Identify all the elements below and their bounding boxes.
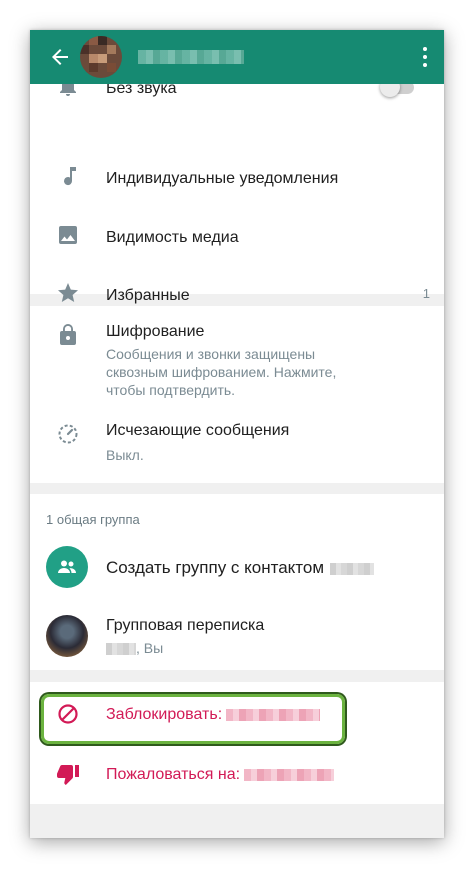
arrow-left-icon[interactable] (48, 45, 72, 69)
report-row[interactable]: Пожаловаться на: (30, 746, 444, 804)
create-group-row[interactable]: Создать группу с контактом (30, 539, 444, 595)
block-highlight-box (41, 694, 345, 744)
thumb-down-icon (57, 765, 79, 785)
phone-screen: Без звука Индивидуальные уведомления Вид… (30, 30, 444, 838)
member-name-blurred (106, 643, 136, 656)
group-members: , Вы (106, 639, 163, 657)
group-avatar (46, 615, 88, 657)
report-label: Пожаловаться на: (106, 766, 335, 784)
lock-icon (60, 324, 76, 345)
app-bar (30, 30, 444, 84)
custom-notifications-row[interactable]: Индивидуальные уведомления (30, 150, 444, 204)
star-icon (58, 283, 78, 302)
contact-name-blurred[interactable] (138, 50, 244, 64)
custom-notifications-label: Индивидуальные уведомления (106, 170, 339, 187)
common-groups-caption: 1 общая группа (46, 512, 140, 527)
groups-section: 1 общая группа Создать группу с контакто… (30, 494, 444, 670)
group-title: Групповая переписка (106, 617, 265, 634)
media-visibility-label: Видимость медиа (106, 229, 239, 246)
encryption-title: Шифрование (106, 323, 205, 340)
disappearing-messages-title: Исчезающие сообщения (106, 422, 290, 439)
disappearing-messages-value: Выкл. (106, 447, 144, 463)
music-note-icon (64, 167, 76, 186)
image-icon (59, 226, 77, 244)
create-group-label: Создать группу с контактом (106, 558, 375, 578)
security-section: Шифрование Сообщения и звонки защищены с… (30, 306, 444, 483)
media-visibility-row[interactable]: Видимость медиа (30, 209, 444, 263)
group-add-icon (58, 560, 76, 573)
encryption-description: Сообщения и звонки защищены сквозным шиф… (106, 346, 337, 398)
more-vert-icon[interactable] (420, 45, 430, 69)
contact-name-blurred (244, 768, 335, 781)
starred-label: Избранные (106, 287, 190, 304)
encryption-row[interactable]: Шифрование Сообщения и звонки защищены с… (30, 306, 444, 404)
disappearing-messages-row[interactable]: Исчезающие сообщения Выкл. (30, 410, 444, 476)
starred-count: 1 (422, 286, 430, 301)
notification-section: Без звука Индивидуальные уведомления Вид… (30, 68, 444, 304)
contact-name-blurred (330, 562, 375, 575)
group-add-avatar (46, 546, 88, 588)
group-row[interactable]: Групповая переписка , Вы (30, 604, 444, 670)
timer-icon (58, 424, 78, 444)
contact-avatar[interactable] (80, 36, 122, 78)
